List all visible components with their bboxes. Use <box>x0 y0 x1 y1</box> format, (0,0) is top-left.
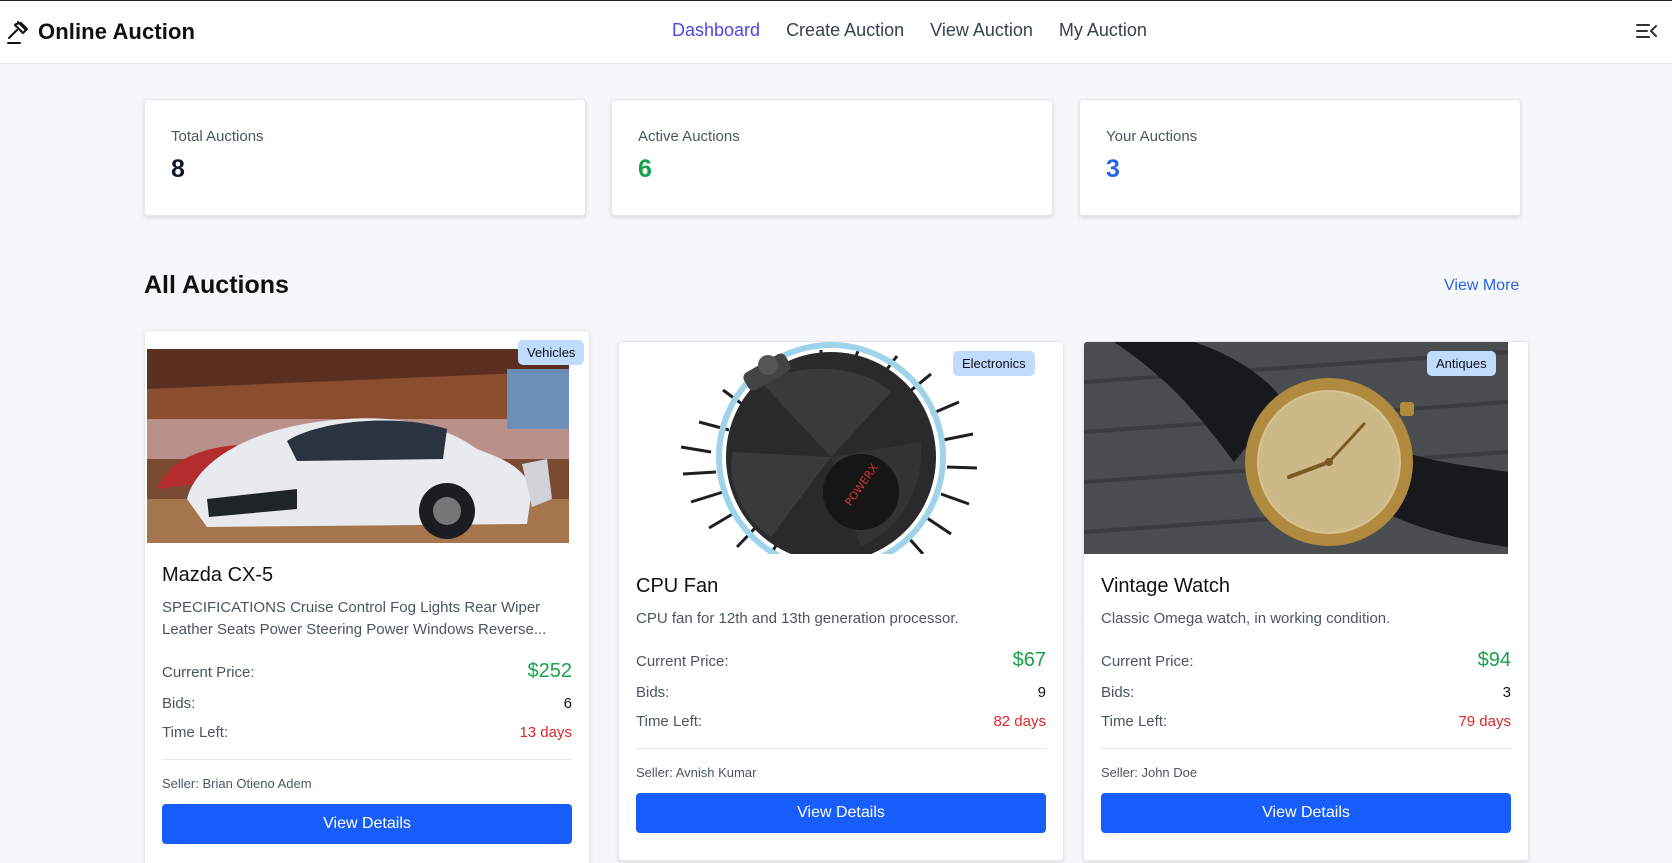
auction-image <box>147 349 569 543</box>
auction-card: POWERX Electronics CPU Fan CPU fan for 1… <box>618 341 1064 861</box>
divider <box>636 748 1046 749</box>
main-nav: Dashboard Create Auction View Auction My… <box>672 20 1147 41</box>
auction-description: SPECIFICATIONS Cruise Control Fog Lights… <box>162 599 547 638</box>
divider <box>1101 748 1511 749</box>
time-left-value: 79 days <box>1458 713 1511 730</box>
card-body: Mazda CX-5 SPECIFICATIONS Cruise Control… <box>162 564 572 844</box>
time-left-label: Time Left: <box>162 724 229 741</box>
menu-collapse-icon[interactable] <box>1636 21 1658 41</box>
view-details-button[interactable]: View Details <box>636 793 1046 833</box>
gavel-icon <box>7 21 28 44</box>
price-row: Current Price: $94 <box>1101 649 1511 672</box>
current-price-label: Current Price: <box>162 664 255 681</box>
brand[interactable]: Online Auction <box>6 19 195 45</box>
auction-card: Vehicles Mazda CX-5 SPECIFICATIONS Cruis… <box>144 330 590 863</box>
current-price-label: Current Price: <box>636 653 729 670</box>
section-title: All Auctions <box>144 271 289 299</box>
nav-create-auction[interactable]: Create Auction <box>786 20 904 41</box>
seller-name: Seller: John Doe <box>1101 765 1198 780</box>
stat-value: 3 <box>1106 155 1120 183</box>
stat-value: 6 <box>638 155 652 183</box>
category-badge: Vehicles <box>518 340 585 365</box>
auction-title[interactable]: CPU Fan <box>636 575 1046 598</box>
nav-view-auction[interactable]: View Auction <box>930 20 1033 41</box>
bids-row: Bids: 9 <box>636 684 1046 701</box>
stat-card-active: Active Auctions 6 <box>611 99 1053 216</box>
current-price-value: $252 <box>527 660 573 682</box>
nav-dashboard[interactable]: Dashboard <box>672 20 760 41</box>
view-details-button[interactable]: View Details <box>162 804 572 844</box>
view-details-button[interactable]: View Details <box>1101 793 1511 833</box>
auction-title[interactable]: Vintage Watch <box>1101 575 1511 598</box>
view-more-link[interactable]: View More <box>1444 277 1519 295</box>
stat-label: Total Auctions <box>171 128 264 145</box>
category-badge: Antiques <box>1427 351 1496 376</box>
seller-name: Seller: Avnish Kumar <box>636 765 757 780</box>
time-left-value: 82 days <box>993 713 1046 730</box>
current-price-label: Current Price: <box>1101 653 1194 670</box>
time-left-label: Time Left: <box>1101 713 1168 730</box>
bids-row: Bids: 6 <box>162 695 572 712</box>
stat-value: 8 <box>171 155 185 183</box>
bids-value: 3 <box>1502 684 1511 701</box>
seller-name: Seller: Brian Otieno Adem <box>162 776 312 791</box>
divider <box>162 759 572 760</box>
bids-row: Bids: 3 <box>1101 684 1511 701</box>
price-row: Current Price: $67 <box>636 649 1046 672</box>
card-body: Vintage Watch Classic Omega watch, in wo… <box>1101 575 1511 833</box>
time-left-row: Time Left: 82 days <box>636 713 1046 730</box>
time-left-row: Time Left: 13 days <box>162 724 572 741</box>
brand-name: Online Auction <box>38 19 196 44</box>
category-badge: Electronics <box>953 351 1035 376</box>
auction-card: Antiques Vintage Watch Classic Omega wat… <box>1083 341 1529 861</box>
bids-label: Bids: <box>636 684 670 701</box>
time-left-value: 13 days <box>519 724 572 741</box>
stat-label: Active Auctions <box>638 128 740 145</box>
auction-description: CPU fan for 12th and 13th generation pro… <box>636 610 959 627</box>
bids-value: 9 <box>1037 684 1046 701</box>
nav-my-auction[interactable]: My Auction <box>1059 20 1147 41</box>
card-body: CPU Fan CPU fan for 12th and 13th genera… <box>636 575 1046 833</box>
current-price-value: $67 <box>1012 649 1046 671</box>
price-row: Current Price: $252 <box>162 660 572 683</box>
auction-description: Classic Omega watch, in working conditio… <box>1101 610 1391 627</box>
bids-label: Bids: <box>1101 684 1135 701</box>
stat-card-yours: Your Auctions 3 <box>1079 99 1521 216</box>
time-left-label: Time Left: <box>636 713 703 730</box>
stat-card-total: Total Auctions 8 <box>144 99 586 216</box>
auction-title[interactable]: Mazda CX-5 <box>162 564 572 587</box>
auction-image: POWERX <box>671 342 989 554</box>
bids-label: Bids: <box>162 695 196 712</box>
current-price-value: $94 <box>1477 649 1511 671</box>
bids-value: 6 <box>563 695 572 712</box>
stat-label: Your Auctions <box>1106 128 1198 145</box>
time-left-row: Time Left: 79 days <box>1101 713 1511 730</box>
top-navbar: Online Auction Dashboard Create Auction … <box>0 0 1672 64</box>
